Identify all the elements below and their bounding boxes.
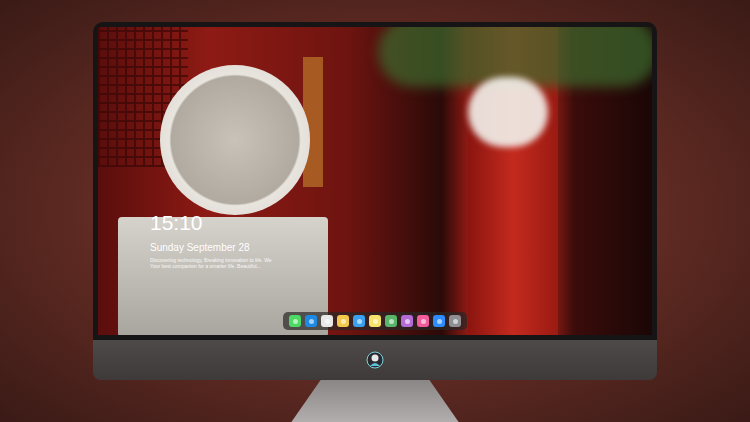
dock-app-glyph-icon	[293, 319, 298, 324]
dock-item[interactable]	[353, 315, 365, 327]
dock	[283, 312, 467, 330]
dock-app-glyph-icon	[341, 319, 346, 324]
monitor: 15:10 Sunday September 28 Discovering tech…	[93, 22, 657, 422]
lock-info: 15:10 Sunday September 28 Discovering tech…	[150, 211, 272, 269]
caption: Discovering technology, Breaking innovat…	[150, 257, 272, 269]
dock-item[interactable]	[401, 315, 413, 327]
dock-app-icon[interactable]	[369, 315, 381, 327]
dock-app-icon[interactable]	[305, 315, 317, 327]
dock-item[interactable]	[385, 315, 397, 327]
dock-item[interactable]	[289, 315, 301, 327]
dock-item[interactable]	[449, 315, 461, 327]
dock-app-icon[interactable]	[353, 315, 365, 327]
dock-app-icon[interactable]	[337, 315, 349, 327]
mockup-background: 15:10 Sunday September 28 Discovering tech…	[0, 0, 750, 422]
lock-screen[interactable]: 15:10 Sunday September 28 Discovering tech…	[98, 27, 652, 335]
dock-app-glyph-icon	[357, 319, 362, 324]
dock-item[interactable]	[417, 315, 429, 327]
blossom	[468, 77, 548, 147]
dock-app-icon[interactable]	[417, 315, 429, 327]
monitor-stand	[290, 380, 460, 422]
dock-app-icon[interactable]	[433, 315, 445, 327]
brand-logo-icon	[366, 351, 384, 369]
screen-bezel: 15:10 Sunday September 28 Discovering tech…	[93, 22, 657, 340]
caption-line: Discovering technology, Breaking innovat…	[150, 257, 272, 263]
caption-line: Your best companion for a smarter life. …	[150, 263, 272, 269]
dock-app-glyph-icon	[309, 319, 314, 324]
dock-item[interactable]	[305, 315, 317, 327]
dock-app-glyph-icon	[437, 319, 442, 324]
dock-app-glyph-icon	[453, 319, 458, 324]
dock-app-glyph-icon	[325, 319, 330, 324]
clock-date: Sunday September 28	[150, 241, 272, 254]
dock-app-icon[interactable]	[321, 315, 333, 327]
monitor-chin	[93, 340, 657, 380]
dock-app-icon[interactable]	[401, 315, 413, 327]
dock-item[interactable]	[321, 315, 333, 327]
dock-app-icon[interactable]	[449, 315, 461, 327]
dock-app-glyph-icon	[421, 319, 426, 324]
dock-app-glyph-icon	[373, 319, 378, 324]
dock-app-icon[interactable]	[385, 315, 397, 327]
dock-app-icon[interactable]	[289, 315, 301, 327]
dock-app-glyph-icon	[405, 319, 410, 324]
dock-item[interactable]	[433, 315, 445, 327]
dock-item[interactable]	[337, 315, 349, 327]
clock-time: 15:10	[150, 211, 272, 235]
dock-item[interactable]	[369, 315, 381, 327]
stone-disc	[160, 65, 310, 215]
dock-app-glyph-icon	[389, 319, 394, 324]
